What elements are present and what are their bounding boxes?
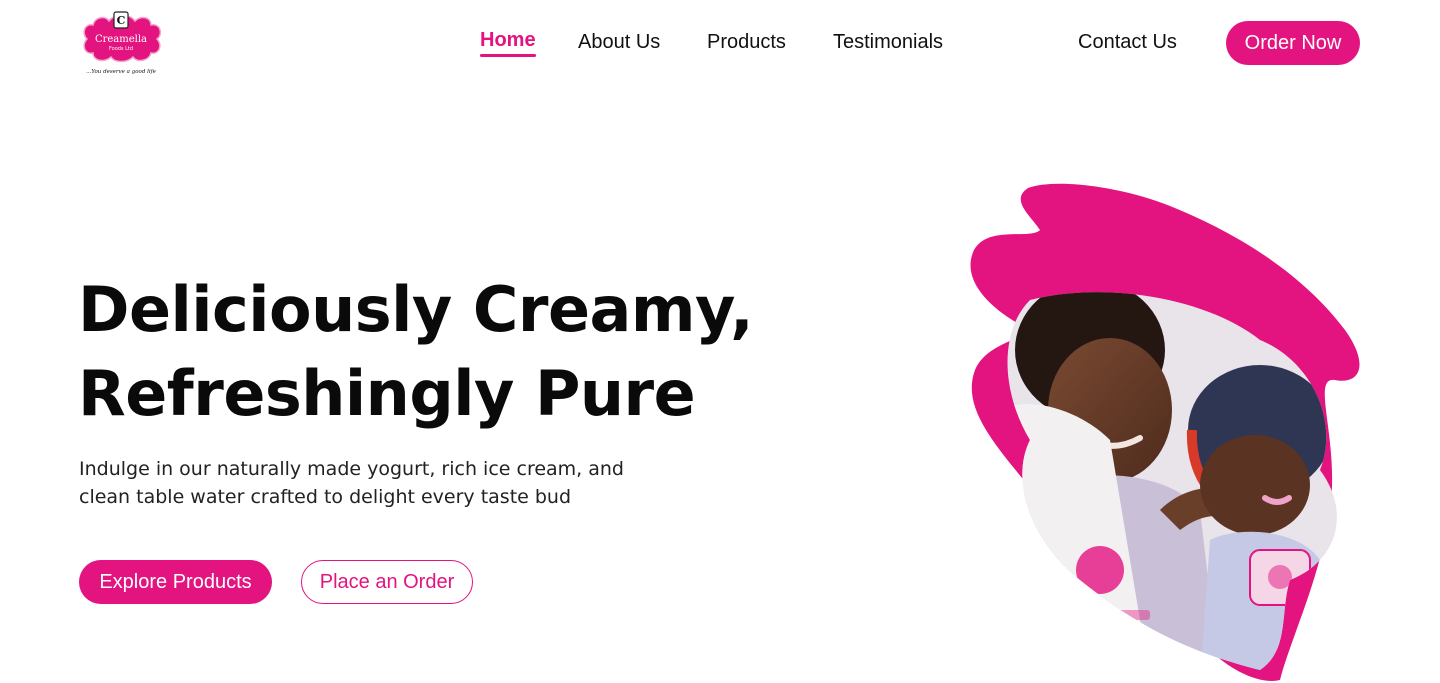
hero-title-line-1: Deliciously Creamy, [78,273,754,346]
nav-link-home[interactable]: Home [480,29,536,57]
main-nav: Home About Us Products Testimonials Cont… [0,0,1440,86]
nav-link-contact-us[interactable]: Contact Us [1078,31,1177,54]
place-order-button[interactable]: Place an Order [301,560,473,604]
order-now-button[interactable]: Order Now [1226,21,1360,65]
hero-image [960,180,1370,683]
explore-products-button[interactable]: Explore Products [79,560,272,604]
nav-link-testimonials[interactable]: Testimonials [833,31,943,54]
mother-child-photo-icon [970,183,1360,681]
hero-title-line-2: Refreshingly Pure [78,357,696,430]
hero-subtitle-line-1: Indulge in our naturally made yogurt, ri… [79,458,624,480]
hero-title: Deliciously Creamy, Refreshingly Pure [78,268,838,436]
hero-subtitle-line-2: clean table water crafted to delight eve… [79,486,572,508]
nav-link-products[interactable]: Products [707,31,786,54]
hero-subtitle: Indulge in our naturally made yogurt, ri… [79,455,679,511]
nav-link-about-us[interactable]: About Us [578,31,660,54]
